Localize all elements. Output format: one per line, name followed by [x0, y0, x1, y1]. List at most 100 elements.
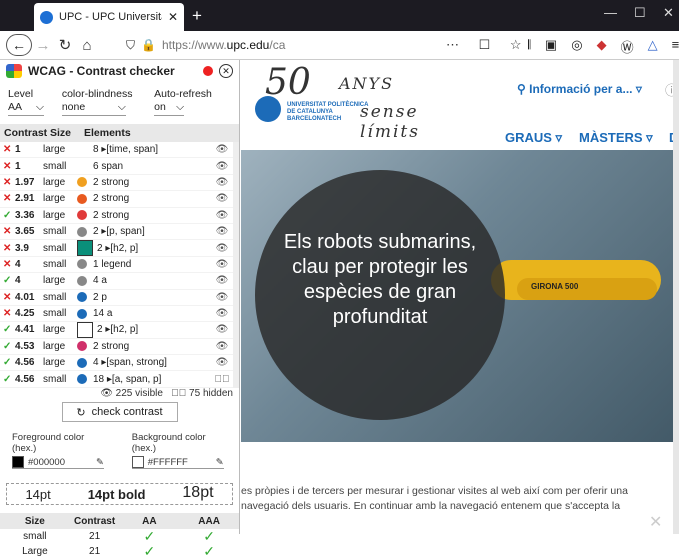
cookie-close-button[interactable]: ✕	[649, 512, 662, 532]
extension-icon[interactable]: ◎	[571, 37, 582, 56]
eye-icon[interactable]: 👁	[211, 210, 233, 221]
contrast-row[interactable]: ✕3.9small2 ▸[h2, p]👁	[0, 240, 233, 256]
elements-value: 8 ▸[time, span]	[93, 144, 211, 155]
bg-swatch[interactable]	[132, 456, 144, 468]
hero-headline[interactable]: Els robots submarins, clau per protegir …	[265, 230, 495, 330]
contrast-row[interactable]: ✓4.56large4 ▸[span, strong]👁	[0, 355, 233, 371]
contrast-row[interactable]: ✕4small1 legend👁	[0, 257, 233, 273]
home-button[interactable]: ⌂	[76, 37, 98, 54]
result-row: small 21 ✓ ✓	[0, 529, 239, 544]
page-scrollbar[interactable]	[673, 60, 679, 534]
eye-icon[interactable]: 👁	[211, 243, 233, 254]
menu-masters[interactable]: MÀSTERS ▿	[579, 130, 653, 146]
check-icon: ✓	[3, 210, 15, 221]
tab-close-icon[interactable]: ✕	[168, 10, 178, 24]
logo-line1: UNIVERSITAT POLITÈCNICA	[287, 102, 368, 108]
eye-icon[interactable]: 👁	[211, 308, 233, 319]
contrast-row[interactable]: ✕2.91large2 strong👁	[0, 191, 233, 207]
eye-icon[interactable]: 👁	[211, 341, 233, 352]
upc-logo[interactable]: 50 ANYS UNIVERSITAT POLITÈCNICA DE CATAL…	[255, 66, 455, 130]
contrast-row[interactable]: ✓3.36large2 strong👁	[0, 208, 233, 224]
browser-titlebar: UPC - UPC Universitat Politècn ✕ + — ☐ ✕	[0, 0, 679, 31]
chevron-down-icon: ⌵	[118, 101, 126, 114]
elements-value: 2 strong	[93, 193, 211, 204]
eye-icon[interactable]: 👁	[211, 292, 233, 303]
page-actions-icons[interactable]: ⋯ ☐ ☆	[446, 37, 530, 53]
eye-icon[interactable]: 👁	[211, 226, 233, 237]
elements-value: 2 strong	[93, 341, 211, 352]
check-icon: ✓	[3, 324, 15, 335]
menu-icon[interactable]: ≡	[672, 37, 679, 56]
refresh-select[interactable]: on⌵	[154, 100, 184, 116]
warning-icon[interactable]: △	[648, 37, 658, 56]
contrast-value: 4.56	[15, 357, 43, 368]
eye-icon[interactable]: 👁	[211, 144, 233, 155]
contrast-row[interactable]: ✓4large4 a👁	[0, 273, 233, 289]
minimize-button[interactable]: —	[604, 5, 617, 20]
elements-value: 6 span	[93, 161, 211, 172]
contrast-value: 4	[15, 275, 43, 286]
eye-icon[interactable]: 👁	[211, 324, 233, 335]
contrast-value: 4.56	[15, 374, 43, 385]
level-option: Level AA⌵	[8, 88, 62, 116]
pin-icon[interactable]	[203, 66, 213, 76]
contrast-value: 4.53	[15, 341, 43, 352]
close-panel-button[interactable]: ✕	[219, 64, 233, 78]
contrast-row[interactable]: ✕1small6 span👁	[0, 158, 233, 174]
info-for-link[interactable]: ⚲ Informació per a... ▿	[517, 82, 642, 96]
checkmark-icon: ✓	[179, 543, 239, 560]
col-elements[interactable]: Elements	[84, 127, 131, 139]
contrast-row[interactable]: ✕1.97large2 strong👁	[0, 175, 233, 191]
back-button[interactable]: ←	[6, 34, 32, 56]
eye-icon[interactable]: 👁	[211, 259, 233, 270]
eye-icon[interactable]: 👁	[211, 193, 233, 204]
eyedropper-icon[interactable]: ✎	[96, 457, 104, 468]
library-icon[interactable]: 𝄃	[528, 37, 531, 56]
reload-button[interactable]: ↻	[54, 36, 76, 54]
col-size[interactable]: Size	[50, 127, 84, 139]
menu-graus[interactable]: GRAUS ▿	[505, 130, 562, 146]
contrast-row[interactable]: ✓4.53large2 strong👁	[0, 339, 233, 355]
contrast-row[interactable]: ✕3.65small2 ▸[p, span]👁	[0, 224, 233, 240]
new-tab-button[interactable]: +	[192, 6, 202, 26]
blindness-select[interactable]: none⌵	[62, 100, 126, 116]
col-contrast[interactable]: Contrast	[4, 127, 50, 139]
maximize-button[interactable]: ☐	[634, 5, 646, 21]
eye-icon[interactable]: 👁	[211, 177, 233, 188]
elements-value: 2 ▸[p, span]	[93, 226, 211, 237]
eyedropper-icon[interactable]: ✎	[216, 457, 224, 468]
fg-input[interactable]: #000000	[28, 457, 92, 468]
check-contrast-button[interactable]: ↻ check contrast	[62, 402, 178, 422]
contrast-row[interactable]: ✕4.01small2 p👁	[0, 290, 233, 306]
bg-input[interactable]: #FFFFFF	[148, 457, 212, 468]
contrast-value: 3.36	[15, 210, 43, 221]
level-select[interactable]: AA⌵	[8, 100, 44, 116]
close-window-button[interactable]: ✕	[663, 5, 674, 21]
wordpress-icon[interactable]: Ⓦ	[621, 37, 634, 56]
url-domain: upc.edu	[227, 38, 270, 52]
contrast-value: 3.9	[15, 243, 43, 254]
cross-icon: ✕	[3, 292, 15, 303]
color-dot	[77, 227, 87, 237]
contrast-row[interactable]: ✓4.41large2 ▸[h2, p]👁	[0, 322, 233, 338]
eye-icon[interactable]: 👁⃠	[211, 374, 233, 385]
blindness-option: color-blindness none⌵	[62, 88, 154, 116]
sidebar-icon[interactable]: ▣	[545, 37, 557, 56]
checkmark-icon: ✓	[120, 543, 180, 560]
eye-icon[interactable]: 👁	[211, 161, 233, 172]
contrast-row[interactable]: ✓4.56small18 ▸[a, span, p]👁⃠	[0, 371, 233, 387]
foreground-color-field: Foreground color (hex.) #000000 ✎	[12, 432, 106, 469]
browser-tab-upc[interactable]: UPC - UPC Universitat Politècn ✕	[34, 3, 184, 31]
eye-icon[interactable]: 👁	[211, 357, 233, 368]
contrast-value: 1.97	[15, 177, 43, 188]
wcag-extension-icon[interactable]: ◆	[597, 37, 607, 56]
sample-bold: 14pt bold	[88, 487, 146, 502]
hero-banner[interactable]: GIRONA 500 Els robots submarins, clau pe…	[241, 150, 673, 442]
eye-icon[interactable]: 👁	[211, 275, 233, 286]
contrast-row[interactable]: ✕1large8 ▸[time, span]👁	[0, 142, 233, 158]
color-dot	[77, 194, 87, 204]
contrast-row[interactable]: ✕4.25small14 a👁	[0, 306, 233, 322]
color-dot	[77, 177, 87, 187]
fg-swatch[interactable]	[12, 456, 24, 468]
forward-button[interactable]: →	[32, 37, 54, 54]
